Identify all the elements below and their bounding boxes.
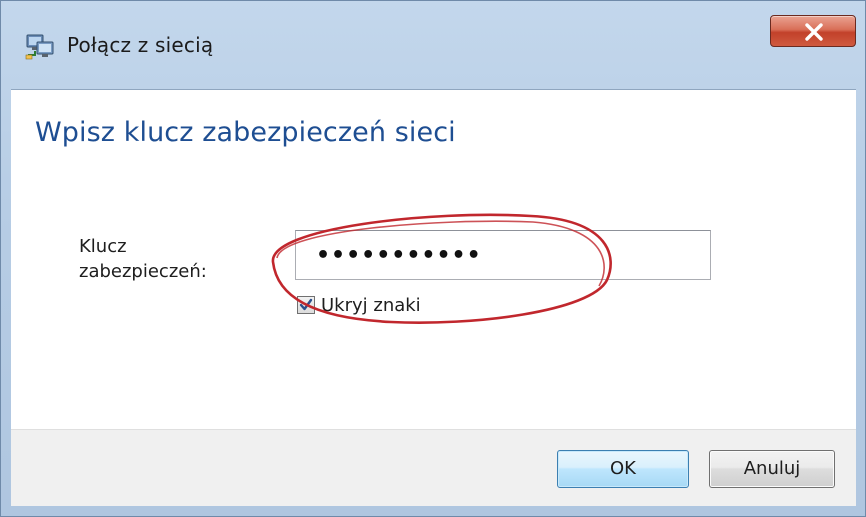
cancel-button[interactable]: Anuluj xyxy=(709,450,835,488)
security-key-label: Klucz zabezpieczeń: xyxy=(79,236,207,282)
security-key-input[interactable] xyxy=(295,230,711,280)
checkbox-checked-icon[interactable] xyxy=(297,296,315,314)
ok-button[interactable]: OK xyxy=(557,450,689,488)
title-bar[interactable]: Połącz z siecią xyxy=(1,1,866,89)
button-bar: OK Anuluj xyxy=(11,429,856,506)
network-connect-icon xyxy=(25,33,55,61)
dialog-window: Połącz z siecią Wpisz klucz zabezpieczeń… xyxy=(0,0,866,517)
hide-characters-label: Ukryj znaki xyxy=(321,294,421,316)
window-title: Połącz z siecią xyxy=(67,33,214,57)
close-x-icon xyxy=(805,23,823,41)
hide-characters-checkbox[interactable]: Ukryj znaki xyxy=(297,293,421,317)
content-panel: Wpisz klucz zabezpieczeń sieci Klucz zab… xyxy=(11,89,856,430)
close-button[interactable] xyxy=(770,15,856,47)
page-title: Wpisz klucz zabezpieczeń sieci xyxy=(35,117,456,148)
